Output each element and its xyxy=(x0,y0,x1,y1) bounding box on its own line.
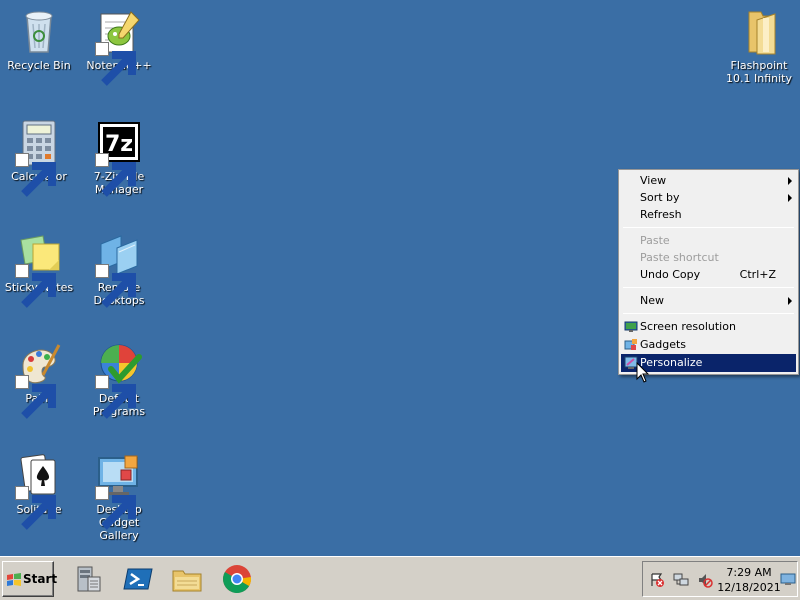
shortcut-arrow-icon xyxy=(15,264,56,308)
menu-item-paste: Paste xyxy=(621,232,796,249)
menu-item-gadgets[interactable]: Gadgets xyxy=(621,336,796,354)
clock-time: 7:29 AM xyxy=(726,566,772,579)
menu-item-label: Sort by xyxy=(640,191,680,204)
desktop-icon-label: Flashpoint 10.1 Infinity xyxy=(726,59,792,85)
shortcut-arrow-icon xyxy=(95,375,136,419)
powershell-icon[interactable] xyxy=(122,563,154,595)
sticky-notes-icon xyxy=(15,230,63,308)
menu-item-label: Screen resolution xyxy=(640,320,736,333)
solitaire-icon xyxy=(15,452,63,530)
seven-zip-icon: 7z xyxy=(95,119,143,197)
shortcut-arrow-icon xyxy=(95,153,136,197)
menu-item-label: Gadgets xyxy=(640,338,687,351)
recycle-bin-icon xyxy=(15,8,63,56)
system-clock[interactable]: 7:29 AM 12/18/2021 xyxy=(717,565,781,595)
file-explorer-icon[interactable] xyxy=(171,563,203,595)
desktop-icon-sticky-notes[interactable]: Sticky Notes xyxy=(0,230,78,308)
desktop-icon-notepad-plus-plus[interactable]: Notepad++ xyxy=(80,8,158,86)
desktop-icon-flashpoint[interactable]: Flashpoint 10.1 Infinity xyxy=(718,8,800,85)
action-center-icon[interactable] xyxy=(649,572,665,588)
menu-separator xyxy=(623,287,794,288)
network-icon[interactable] xyxy=(673,572,689,588)
menu-item-label: New xyxy=(640,294,664,307)
menu-item-label: Refresh xyxy=(640,208,682,221)
menu-item-screen-resolution[interactable]: Screen resolution xyxy=(621,318,796,336)
desktop-icon-solitaire[interactable]: Solitaire xyxy=(0,452,78,530)
desktop-icon-recycle-bin[interactable]: Recycle Bin xyxy=(0,8,78,72)
shortcut-arrow-icon xyxy=(95,264,136,308)
start-button[interactable]: Start xyxy=(2,561,58,597)
menu-item-label: Paste xyxy=(640,234,670,247)
menu-separator xyxy=(623,227,794,228)
folder-icon xyxy=(735,8,783,56)
desktop-icon-calculator[interactable]: Calculator xyxy=(0,119,78,197)
menu-item-label: View xyxy=(640,174,667,187)
taskbar: Start 7:29 AM 12/18/2021 xyxy=(0,556,800,600)
desktop-icon-paint[interactable]: Paint xyxy=(0,341,78,419)
menu-item-undo-copy[interactable]: Undo Copy Ctrl+Z xyxy=(621,266,796,283)
menu-item-label: Paste shortcut xyxy=(640,251,719,264)
screen-resolution-icon xyxy=(624,321,638,332)
menu-item-refresh[interactable]: Refresh xyxy=(621,206,796,223)
submenu-arrow-icon xyxy=(788,177,792,185)
menu-item-shortcut: Ctrl+Z xyxy=(739,268,776,281)
remote-desktops-icon xyxy=(95,230,143,308)
menu-item-sort-by[interactable]: Sort by xyxy=(621,189,796,206)
shortcut-arrow-icon xyxy=(15,486,56,530)
notification-area: 7:29 AM 12/18/2021 xyxy=(642,561,798,597)
clock-date: 12/18/2021 xyxy=(717,581,781,594)
desktop-icon-default-programs[interactable]: Default Programs xyxy=(80,341,158,419)
default-programs-icon xyxy=(95,341,143,419)
desktop-icon-remote-desktops[interactable]: Remote Desktops xyxy=(80,230,158,308)
gadgets-icon xyxy=(624,339,637,350)
desktop-icon-gadget-gallery[interactable]: Desktop Gadget Gallery xyxy=(80,452,158,542)
start-label: Start xyxy=(23,572,58,586)
shortcut-arrow-icon xyxy=(95,486,136,530)
menu-item-view[interactable]: View xyxy=(621,172,796,189)
server-manager-icon[interactable] xyxy=(72,563,104,595)
notepad-plus-plus-icon xyxy=(95,8,143,86)
volume-muted-icon[interactable] xyxy=(697,572,713,588)
mouse-pointer-icon xyxy=(636,362,650,383)
desktop-context-menu: View Sort by Refresh Paste Paste shortcu… xyxy=(618,169,799,375)
menu-separator xyxy=(623,313,794,314)
chrome-icon[interactable] xyxy=(221,563,253,595)
windows-logo-icon xyxy=(7,573,21,586)
submenu-arrow-icon xyxy=(788,194,792,202)
submenu-arrow-icon xyxy=(788,297,792,305)
desktop-icon-seven-zip[interactable]: 7z 7-Zip File Manager xyxy=(80,119,158,197)
calculator-icon xyxy=(15,119,63,197)
desktop-icon-label: Recycle Bin xyxy=(7,59,71,72)
gadget-gallery-icon xyxy=(95,452,143,530)
shortcut-arrow-icon xyxy=(15,375,56,419)
menu-item-label: Undo Copy xyxy=(640,268,701,281)
show-desktop-icon[interactable] xyxy=(780,571,796,587)
menu-item-new[interactable]: New xyxy=(621,292,796,309)
shortcut-arrow-icon xyxy=(95,42,136,86)
paint-icon xyxy=(15,341,63,419)
shortcut-arrow-icon xyxy=(15,153,56,197)
menu-item-paste-shortcut: Paste shortcut xyxy=(621,249,796,266)
